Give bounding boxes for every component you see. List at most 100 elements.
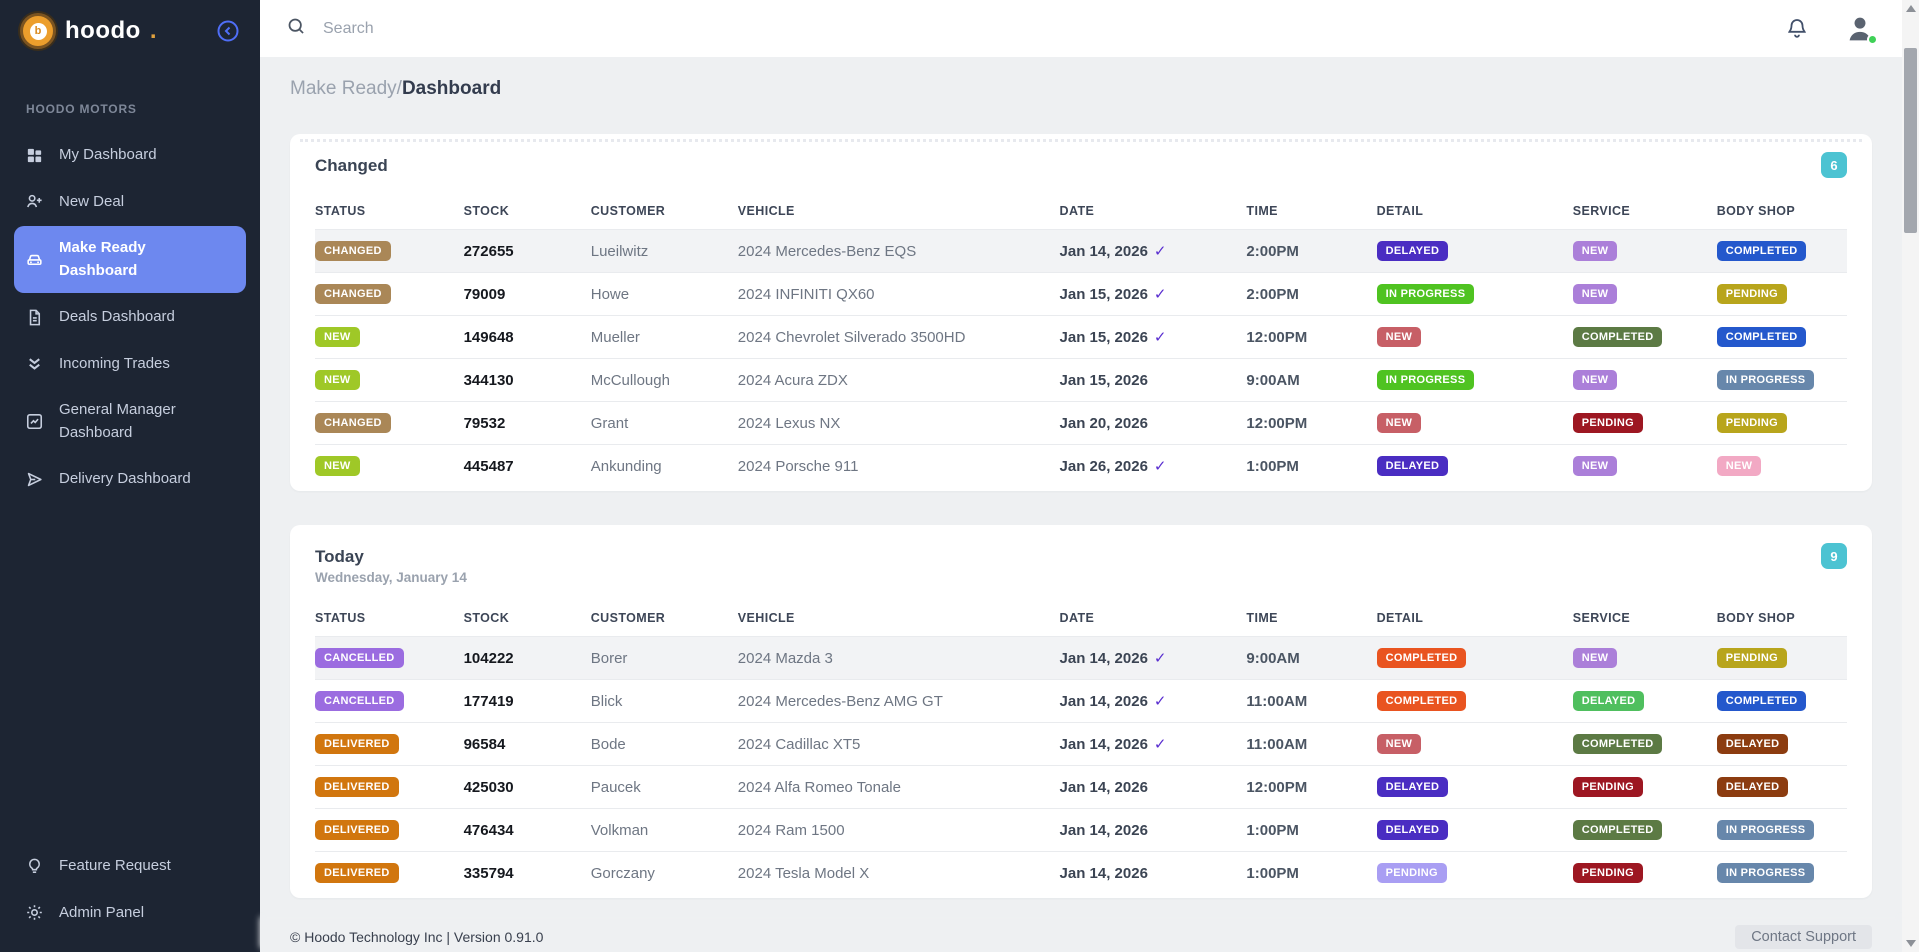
sidebar-item-deals-dashboard[interactable]: Deals Dashboard [0,295,246,340]
column-header-status: STATUS [315,192,464,230]
status-badge: DELIVERED [315,734,399,754]
table-row[interactable]: CHANGED79532Grant2024 Lexus NXJan 20, 20… [315,402,1847,445]
online-status-dot [1867,34,1878,45]
check-icon: ✓ [1154,243,1167,260]
table-row[interactable]: NEW149648Mueller2024 Chevrolet Silverado… [315,316,1847,359]
sidebar-item-delivery-dashboard[interactable]: Delivery Dashboard [0,457,246,502]
table-row[interactable]: DELIVERED425030Paucek2024 Alfa Romeo Ton… [315,766,1847,809]
bodyshop-badge: PENDING [1717,284,1787,304]
scrollbar-up-arrow[interactable] [1902,0,1919,17]
app-logo[interactable]: b hoodo. [20,13,156,49]
column-header-customer: CUSTOMER [591,599,738,637]
detail-badge: COMPLETED [1377,691,1467,711]
bodyshop-badge: IN PROGRESS [1717,863,1815,883]
table-row[interactable]: NEW445487Ankunding2024 Porsche 911Jan 26… [315,445,1847,488]
sidebar-item-general-manager-dashboard[interactable]: General Manager Dashboard [0,388,246,455]
topbar [260,0,1902,57]
status-badge: NEW [315,327,360,347]
sidebar-item-admin-panel[interactable]: Admin Panel [0,891,246,936]
detail-badge: NEW [1377,413,1422,433]
time-cell: 1:00PM [1246,809,1376,852]
sidebar-section-label: HOODO MOTORS [26,102,234,116]
sidebar-item-my-dashboard[interactable]: My Dashboard [0,133,246,178]
sidebar-collapse-button[interactable] [216,19,240,43]
car-icon [24,250,44,270]
breadcrumb-page: Dashboard [402,78,501,99]
sidebar-item-feature-request[interactable]: Feature Request [0,844,246,889]
date-cell: Jan 14, 2026✓ [1060,723,1247,766]
table-row[interactable]: CANCELLED104222Borer2024 Mazda 3Jan 14, … [315,637,1847,680]
detail-badge: DELAYED [1377,241,1449,261]
stock-cell: 177419 [464,680,591,723]
breadcrumb: Make Ready/Dashboard [290,57,1872,100]
stock-cell: 79009 [464,273,591,316]
table-row[interactable]: CHANGED79009Howe2024 INFINITI QX60Jan 15… [315,273,1847,316]
check-icon: ✓ [1154,693,1167,710]
vehicle-cell: 2024 Porsche 911 [738,445,1060,488]
detail-badge: IN PROGRESS [1377,370,1475,390]
logo-dot: . [150,17,157,45]
today-table: STATUSSTOCKCUSTOMERVEHICLEDATETIMEDETAIL… [315,599,1847,894]
bodyshop-badge: COMPLETED [1717,691,1807,711]
search-input[interactable] [323,20,743,38]
sidebar-item-label: General Manager Dashboard [59,399,221,444]
sidebar-item-new-deal[interactable]: New Deal [0,180,246,225]
column-header-detail: DETAIL [1377,192,1573,230]
scrollbar-thumb[interactable] [1904,48,1917,233]
table-row[interactable]: DELIVERED476434Volkman2024 Ram 1500Jan 1… [315,809,1847,852]
column-header-detail: DETAIL [1377,599,1573,637]
vehicle-cell: 2024 INFINITI QX60 [738,273,1060,316]
vehicle-cell: 2024 Acura ZDX [738,359,1060,402]
bodyshop-badge: COMPLETED [1717,327,1807,347]
chart-icon [24,412,44,432]
check-icon: ✓ [1154,650,1167,667]
time-cell: 1:00PM [1246,445,1376,488]
customer-cell: Paucek [591,766,738,809]
service-badge: NEW [1573,648,1618,668]
time-cell: 12:00PM [1246,316,1376,359]
service-badge: NEW [1573,456,1618,476]
sidebar-item-label: Make Ready Dashboard [59,237,221,282]
stock-cell: 272655 [464,230,591,273]
section-count-badge: 9 [1821,543,1847,569]
customer-cell: Bode [591,723,738,766]
table-row[interactable]: DELIVERED96584Bode2024 Cadillac XT5Jan 1… [315,723,1847,766]
chevrons-down-icon [24,354,44,374]
check-icon: ✓ [1154,329,1167,346]
breadcrumb-section[interactable]: Make Ready/ [290,78,402,99]
notifications-button[interactable] [1784,16,1810,42]
sidebar-item-incoming-trades[interactable]: Incoming Trades [0,342,246,387]
sidebar-item-label: Incoming Trades [59,353,170,376]
column-header-service: SERVICE [1573,599,1717,637]
contact-support-button[interactable]: Contact Support [1735,925,1872,949]
status-badge: CANCELLED [315,691,404,711]
status-badge: DELIVERED [315,820,399,840]
sidebar-item-make-ready-dashboard[interactable]: Make Ready Dashboard [14,226,246,293]
vertical-scrollbar[interactable] [1902,0,1919,952]
date-cell: Jan 15, 2026✓ [1060,316,1247,359]
sidebar-footer-nav: Feature RequestAdmin Panel [0,843,260,936]
sidebar: b hoodo. HOODO MOTORS My DashboardNew De… [0,0,260,952]
date-cell: Jan 14, 2026✓ [1060,680,1247,723]
user-menu-button[interactable] [1844,13,1876,45]
status-badge: DELIVERED [315,863,399,883]
stock-cell: 344130 [464,359,591,402]
scrollbar-down-arrow[interactable] [1902,935,1919,952]
bodyshop-badge: DELAYED [1717,777,1789,797]
status-badge: CHANGED [315,241,391,261]
main-content: Make Ready/Dashboard Changed6STATUSSTOCK… [260,57,1902,952]
vehicle-cell: 2024 Alfa Romeo Tonale [738,766,1060,809]
service-badge: DELAYED [1573,691,1645,711]
table-row[interactable]: CANCELLED177419Blick2024 Mercedes-Benz A… [315,680,1847,723]
customer-cell: Lueilwitz [591,230,738,273]
customer-cell: Borer [591,637,738,680]
grid-icon [24,145,44,165]
table-row[interactable]: NEW344130McCullough2024 Acura ZDXJan 15,… [315,359,1847,402]
table-row[interactable]: CHANGED272655Lueilwitz2024 Mercedes-Benz… [315,230,1847,273]
date-cell: Jan 14, 2026 [1060,809,1247,852]
bodyshop-badge: DELAYED [1717,734,1789,754]
customer-cell: Volkman [591,809,738,852]
stock-cell: 79532 [464,402,591,445]
table-row[interactable]: DELIVERED335794Gorczany2024 Tesla Model … [315,852,1847,895]
detail-badge: DELAYED [1377,456,1449,476]
